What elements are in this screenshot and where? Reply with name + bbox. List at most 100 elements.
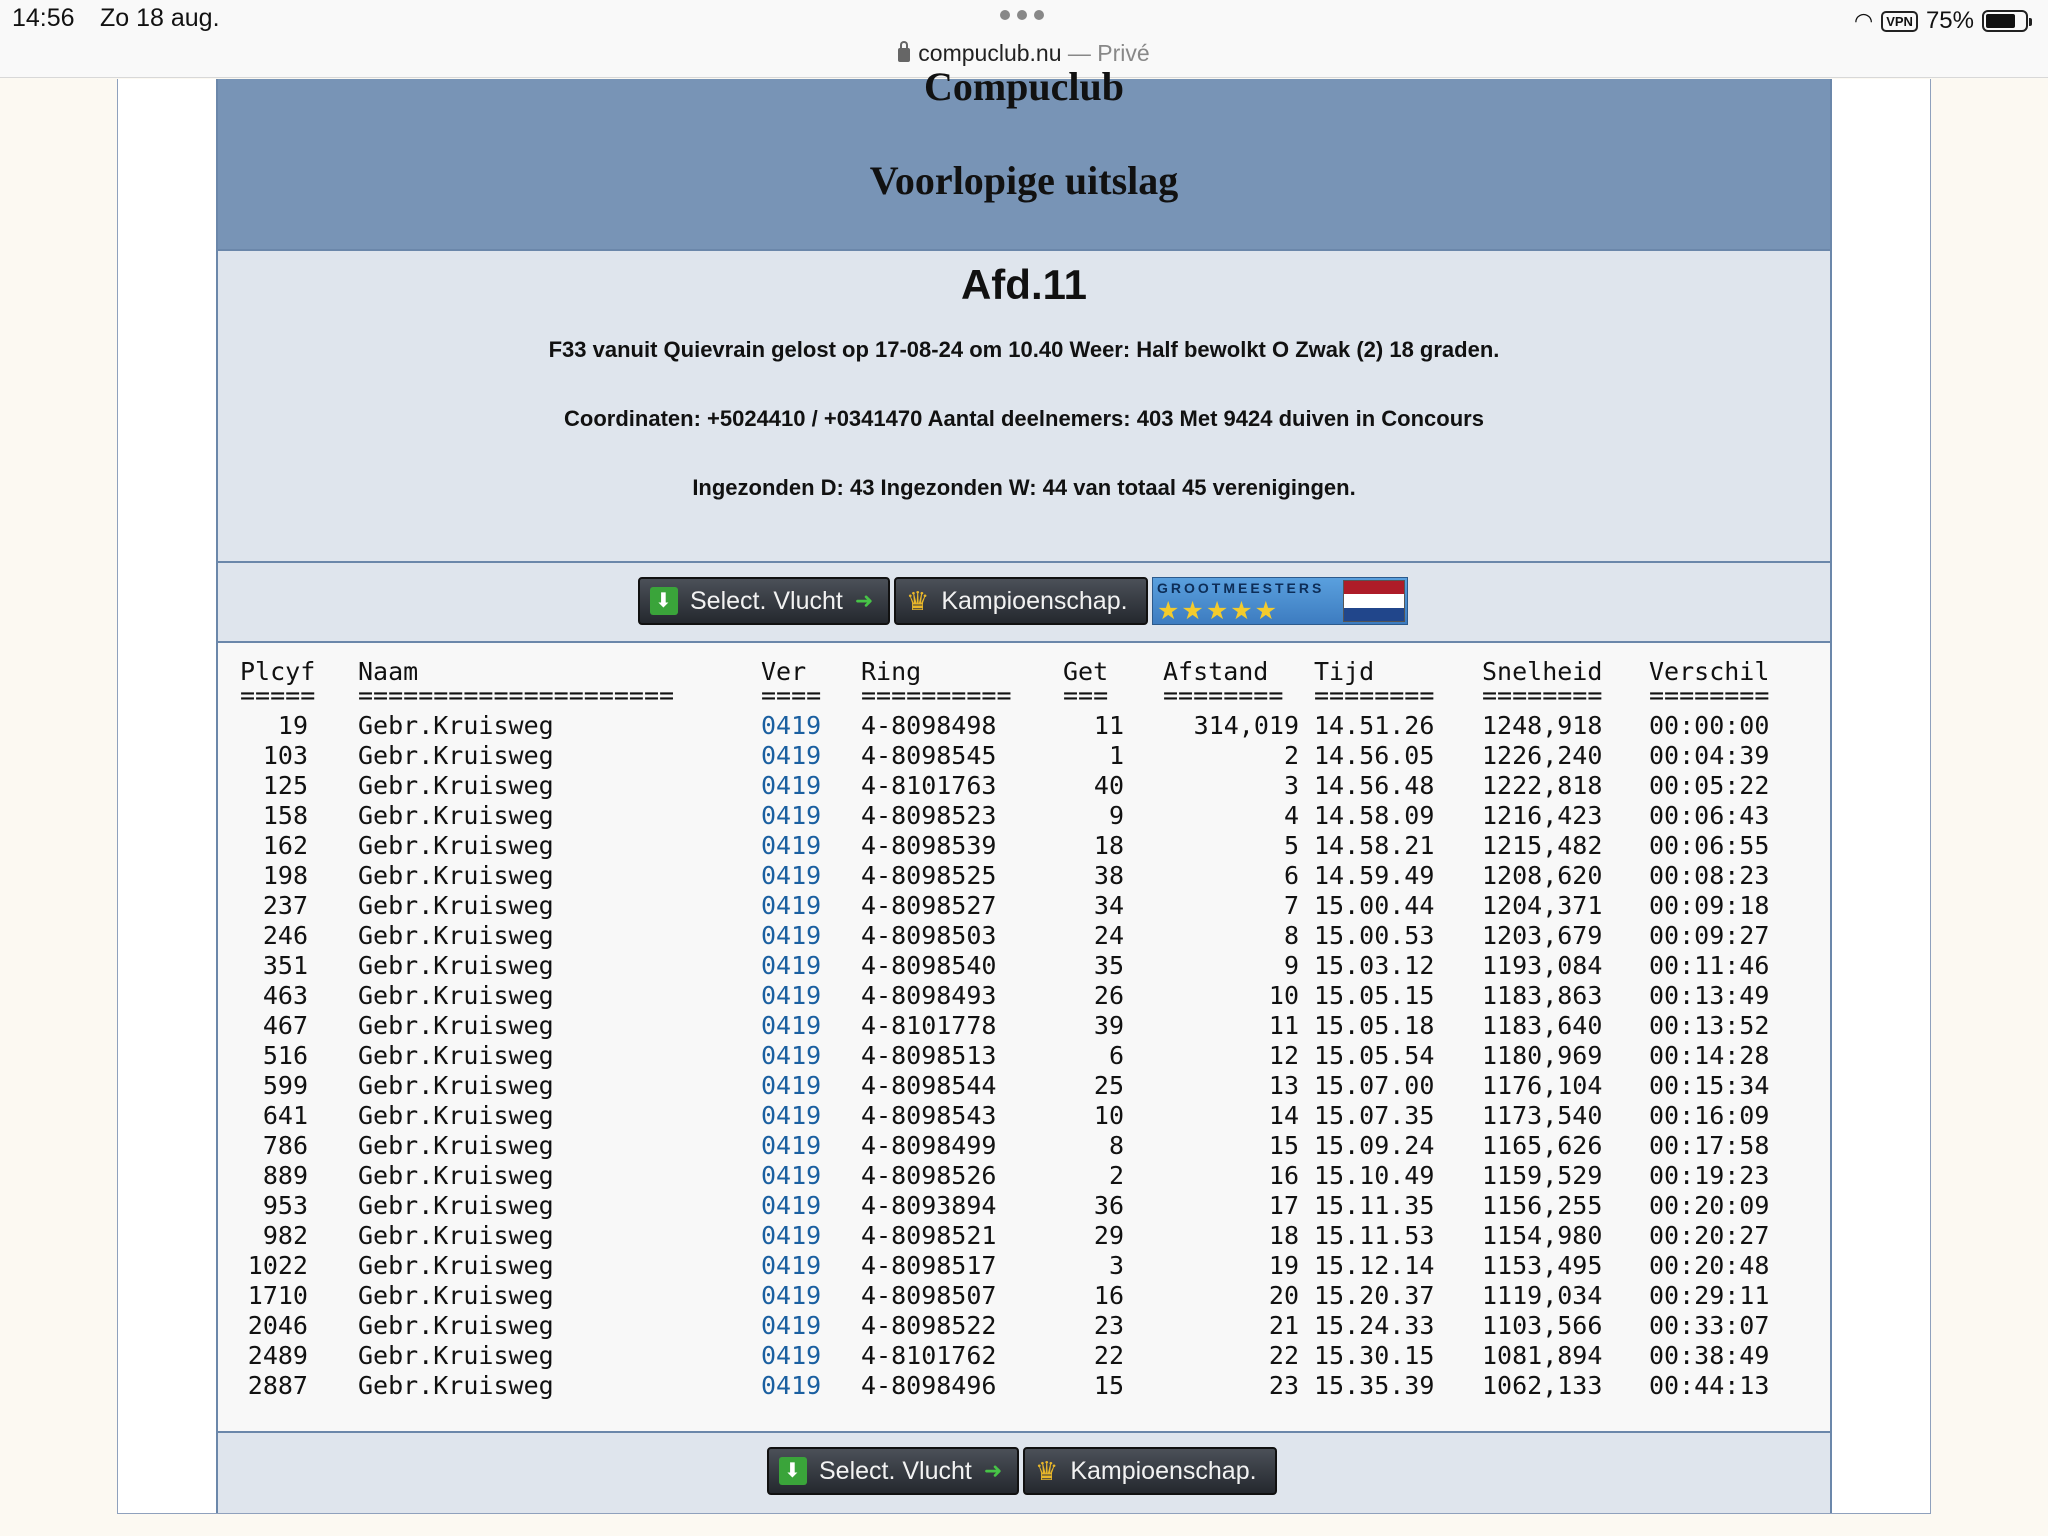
dutch-flag-icon [1343, 580, 1405, 622]
cell-ver[interactable]: 0419 [761, 1221, 821, 1251]
cell-get: 1 [1108, 741, 1124, 770]
cell-get: 3 [1108, 1251, 1124, 1280]
cell-ver[interactable]: 0419 [761, 1251, 821, 1281]
cell-afstand: 12 [1268, 1041, 1299, 1070]
underline-tijd: ======== [1314, 681, 1435, 710]
cell-naam: Gebr.Kruisweg [358, 951, 554, 980]
cell-afstand: 5 [1283, 831, 1299, 860]
cell-plcyf: 982 [262, 1221, 308, 1250]
cell-ver[interactable]: 0419 [761, 1011, 821, 1041]
underline-get: === [1063, 681, 1109, 710]
cell-ver[interactable]: 0419 [761, 1191, 821, 1221]
cell-ver[interactable]: 0419 [761, 1161, 821, 1191]
cell-ver[interactable]: 0419 [761, 861, 821, 891]
cell-get: 10 [1093, 1101, 1124, 1130]
cell-get: 23 [1093, 1311, 1124, 1340]
cell-plcyf: 516 [262, 1041, 308, 1070]
cell-ver[interactable]: 0419 [761, 951, 821, 981]
underline-afstand: ======== [1163, 681, 1284, 710]
cell-tijd: 15.05.54 [1314, 1041, 1435, 1070]
cell-snelheid: 1193,084 [1482, 951, 1603, 980]
cell-get: 40 [1093, 771, 1124, 800]
cell-snelheid: 1119,034 [1482, 1281, 1603, 1310]
table-row: 889 Gebr.Kruisweg 0419 4-8098526 2 16 15.10.49… [218, 1161, 1830, 1191]
select-vlucht-button[interactable]: Select. Vlucht ➜ [638, 577, 890, 625]
cell-ver[interactable]: 0419 [761, 891, 821, 921]
multitask-dots-icon[interactable] [1000, 10, 1048, 26]
cell-ver[interactable]: 0419 [761, 711, 821, 741]
underline-plcyf: ===== [240, 681, 316, 710]
crown-icon: ♛ [1035, 1456, 1059, 1486]
table-row: 2887 Gebr.Kruisweg 0419 4-8098496 15 23 15.35.… [218, 1371, 1830, 1401]
stars-icon: ★★★★★ [1157, 597, 1280, 625]
cell-plcyf: 463 [262, 981, 308, 1010]
cell-afstand: 10 [1268, 981, 1299, 1010]
cell-ver[interactable]: 0419 [761, 771, 821, 801]
cell-get: 36 [1093, 1191, 1124, 1220]
cell-plcyf: 103 [262, 741, 308, 770]
race-info: Afd.11 F33 vanuit Quievrain gelost op 17… [218, 251, 1830, 563]
cell-afstand: 11 [1268, 1011, 1299, 1040]
cell-ver[interactable]: 0419 [761, 741, 821, 771]
cell-naam: Gebr.Kruisweg [358, 1041, 554, 1070]
cell-tijd: 15.10.49 [1314, 1161, 1435, 1190]
cell-ver[interactable]: 0419 [761, 921, 821, 951]
kampioenschap-button-bottom[interactable]: ♛ Kampioenschap. [1023, 1447, 1277, 1495]
cell-tijd: 15.03.12 [1314, 951, 1435, 980]
table-row: 2489 Gebr.Kruisweg 0419 4-8101762 22 22 15.30.… [218, 1341, 1830, 1371]
table-row: 982 Gebr.Kruisweg 0419 4-8098521 29 18 15.11.5… [218, 1221, 1830, 1251]
underline-naam: ===================== [358, 681, 675, 710]
table-row: 158 Gebr.Kruisweg 0419 4-8098523 9 4 14.58.09 1… [218, 801, 1830, 831]
cell-snelheid: 1154,980 [1482, 1221, 1603, 1250]
cell-ver[interactable]: 0419 [761, 1281, 821, 1311]
cell-ver[interactable]: 0419 [761, 1101, 821, 1131]
cell-ver[interactable]: 0419 [761, 981, 821, 1011]
cell-tijd: 15.11.35 [1314, 1191, 1435, 1220]
cell-snelheid: 1215,482 [1482, 831, 1603, 860]
cell-ver[interactable]: 0419 [761, 1071, 821, 1101]
cell-snelheid: 1156,255 [1482, 1191, 1603, 1220]
cell-verschil: 00:17:58 [1649, 1131, 1770, 1160]
cell-get: 26 [1093, 981, 1124, 1010]
cell-ver[interactable]: 0419 [761, 1341, 821, 1371]
cell-afstand: 2 [1283, 741, 1299, 770]
cell-tijd: 14.58.21 [1314, 831, 1435, 860]
cell-verschil: 00:06:55 [1649, 831, 1770, 860]
kampioenschap-button[interactable]: ♛ Kampioenschap. [894, 577, 1148, 625]
table-row: 246 Gebr.Kruisweg 0419 4-8098503 24 8 15.00.53… [218, 921, 1830, 951]
battery-percent: 75% [1925, 7, 1974, 34]
cell-plcyf: 351 [262, 951, 308, 980]
cell-get: 6 [1108, 1041, 1124, 1070]
cell-ver[interactable]: 0419 [761, 1311, 821, 1341]
cell-naam: Gebr.Kruisweg [358, 1011, 554, 1040]
cell-ver[interactable]: 0419 [761, 1041, 821, 1071]
cell-ver[interactable]: 0419 [761, 831, 821, 861]
cell-afstand: 4 [1283, 801, 1299, 830]
cell-naam: Gebr.Kruisweg [358, 1071, 554, 1100]
cell-ver[interactable]: 0419 [761, 801, 821, 831]
cell-plcyf: 1022 [247, 1251, 308, 1280]
cell-plcyf: 953 [262, 1191, 308, 1220]
cell-ver[interactable]: 0419 [761, 1131, 821, 1161]
cell-ver[interactable]: 0419 [761, 1371, 821, 1401]
cell-tijd: 15.05.18 [1314, 1011, 1435, 1040]
cell-afstand: 3 [1283, 771, 1299, 800]
grootmeesters-button[interactable]: GROOTMEESTERS ★★★★★ [1152, 577, 1408, 625]
table-row: 516 Gebr.Kruisweg 0419 4-8098513 6 12 15.05.54… [218, 1041, 1830, 1071]
cell-plcyf: 246 [262, 921, 308, 950]
crown-icon: ♛ [906, 586, 930, 616]
cell-plcyf: 786 [262, 1131, 308, 1160]
select-vlucht-button-bottom[interactable]: Select. Vlucht ➜ [767, 1447, 1019, 1495]
cell-plcyf: 889 [262, 1161, 308, 1190]
toolbar-bottom: Select. Vlucht ➜ ♛ Kampioenschap. [218, 1431, 1830, 1513]
cell-snelheid: 1204,371 [1482, 891, 1603, 920]
cell-naam: Gebr.Kruisweg [358, 1221, 554, 1250]
table-row: 467 Gebr.Kruisweg 0419 4-8101778 39 11 15.05.1… [218, 1011, 1830, 1041]
cell-snelheid: 1248,918 [1482, 711, 1603, 740]
cell-plcyf: 2489 [247, 1341, 308, 1370]
cell-afstand: 6 [1283, 861, 1299, 890]
release-info: F33 vanuit Quievrain gelost op 17-08-24 … [548, 337, 1500, 362]
cell-tijd: 14.58.09 [1314, 801, 1435, 830]
cell-get: 22 [1093, 1341, 1124, 1370]
table-row: 237 Gebr.Kruisweg 0419 4-8098527 34 7 15.00.44… [218, 891, 1830, 921]
